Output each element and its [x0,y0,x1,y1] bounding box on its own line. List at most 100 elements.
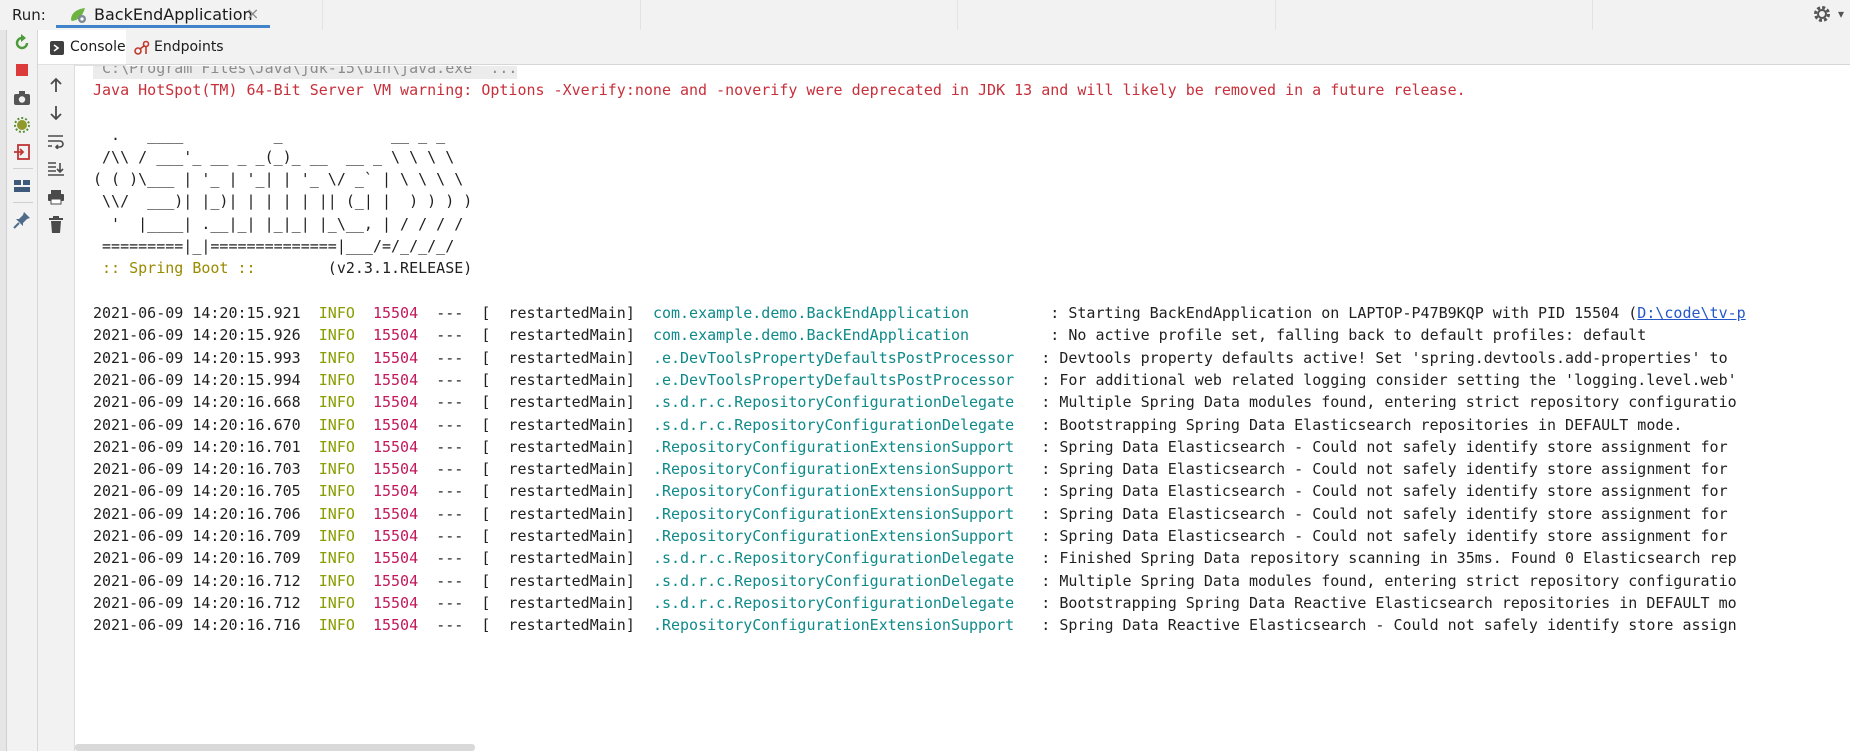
log-thread: --- [ restartedMain] [436,572,635,590]
chevron-down-icon[interactable]: ▾ [1838,7,1844,21]
log-level: INFO [318,326,355,344]
log-line: 2021-06-09 14:20:15.926 INFO 15504 --- [… [93,324,1646,346]
log-logger: .RepositoryConfigurationExtensionSupport [652,482,1015,500]
pin-icon[interactable] [10,208,34,232]
log-logger: com.example.demo.BackEndApplication [652,326,1024,344]
log-pid: 15504 [372,549,419,567]
log-message: : Multiple Spring Data modules found, en… [1032,393,1737,411]
log-pid: 15504 [372,304,419,322]
log-line: 2021-06-09 14:20:16.716 INFO 15504 --- [… [93,614,1737,636]
log-thread: --- [ restartedMain] [436,304,635,322]
log-logger: .s.d.r.c.RepositoryConfigurationDelegate [652,416,1015,434]
log-timestamp: 2021-06-09 14:20:16.709 [93,549,301,567]
log-message: : Starting BackEndApplication on LAPTOP-… [1041,304,1638,322]
log-message: : Spring Data Elasticsearch - Could not … [1032,482,1728,500]
log-level: INFO [318,304,355,322]
trash-icon[interactable] [44,213,68,237]
console-output[interactable]: "C:\Program Files\Java\jdk-15\bin\java.e… [75,66,1850,751]
window-edge [0,30,7,751]
log-line: 2021-06-09 14:20:16.705 INFO 15504 --- [… [93,480,1728,502]
rerun-icon[interactable] [10,31,34,55]
log-pid: 15504 [372,505,419,523]
log-logger: .RepositoryConfigurationExtensionSupport [652,616,1015,634]
log-level: INFO [318,349,355,367]
debug-settings-icon[interactable] [10,113,34,137]
log-path-link[interactable]: D:\code\tv-p [1637,304,1745,322]
log-thread: --- [ restartedMain] [436,482,635,500]
soft-wrap-icon[interactable] [44,129,68,153]
log-level: INFO [318,460,355,478]
run-bar: Run: BackEndApplication × ▾ [0,0,1850,31]
divider [1275,0,1276,30]
log-level: INFO [318,594,355,612]
scroll-to-end-icon[interactable] [44,157,68,181]
banner-line: =========|_|==============|___/=/_/_/_/ [93,237,455,255]
log-level: INFO [318,393,355,411]
log-pid: 15504 [372,371,419,389]
stop-icon[interactable] [10,58,34,82]
log-thread: --- [ restartedMain] [436,527,635,545]
log-thread: --- [ restartedMain] [436,371,635,389]
log-pid: 15504 [372,527,419,545]
tab-console[interactable]: Console [38,30,126,66]
toolbar-divider [13,168,33,169]
log-line: 2021-06-09 14:20:16.706 INFO 15504 --- [… [93,503,1728,525]
log-timestamp: 2021-06-09 14:20:16.712 [93,594,301,612]
horizontal-scrollbar[interactable] [75,744,475,751]
log-timestamp: 2021-06-09 14:20:16.701 [93,438,301,456]
arrow-down-icon[interactable] [44,101,68,125]
log-level: INFO [318,572,355,590]
log-message: : Spring Data Elasticsearch - Could not … [1032,527,1728,545]
print-icon[interactable] [44,185,68,209]
log-level: INFO [318,616,355,634]
log-message: : Devtools property defaults active! Set… [1032,349,1728,367]
banner-line: ' |____| .__|_| |_|_| |_\__, | / / / / [93,215,464,233]
tab-backend-application[interactable]: BackEndApplication × [56,0,270,28]
log-line: 2021-06-09 14:20:16.712 INFO 15504 --- [… [93,592,1737,614]
banner-line: /\\ / ___'_ __ _ _(_)_ __ __ _ \ \ \ \ [93,148,455,166]
log-message: : Spring Data Elasticsearch - Could not … [1032,438,1728,456]
console-tabs-bar: Console Endpoints [38,30,1850,66]
log-line: 2021-06-09 14:20:16.670 INFO 15504 --- [… [93,414,1682,436]
close-icon[interactable]: × [246,4,259,23]
log-thread: --- [ restartedMain] [436,438,635,456]
log-timestamp: 2021-06-09 14:20:15.926 [93,326,301,344]
log-timestamp: 2021-06-09 14:20:15.993 [93,349,301,367]
log-logger: .RepositoryConfigurationExtensionSupport [652,460,1015,478]
log-message: : Spring Data Reactive Elasticsearch - C… [1032,616,1737,634]
log-message: : Multiple Spring Data modules found, en… [1032,572,1737,590]
spring-boot-icon [68,6,88,28]
log-pid: 15504 [372,416,419,434]
gear-icon[interactable] [1812,4,1832,28]
log-level: INFO [318,438,355,456]
layout-icon[interactable] [10,174,34,198]
camera-icon[interactable] [10,86,34,110]
command-line: "C:\Program Files\Java\jdk-15\bin\java.e… [93,66,518,79]
log-line: 2021-06-09 14:20:16.703 INFO 15504 --- [… [93,458,1728,480]
log-thread: --- [ restartedMain] [436,349,635,367]
log-line: 2021-06-09 14:20:16.709 INFO 15504 --- [… [93,525,1728,547]
log-timestamp: 2021-06-09 14:20:16.703 [93,460,301,478]
log-line: 2021-06-09 14:20:16.712 INFO 15504 --- [… [93,570,1737,592]
arrow-up-icon[interactable] [44,73,68,97]
log-timestamp: 2021-06-09 14:20:16.712 [93,572,301,590]
log-logger: com.example.demo.BackEndApplication [652,304,1024,322]
tab-endpoints[interactable]: Endpoints [128,30,228,64]
log-pid: 15504 [372,594,419,612]
console-toolbar [38,65,75,751]
banner-line: . ____ _ __ _ _ [93,126,446,144]
log-logger: .e.DevToolsPropertyDefaultsPostProcessor [652,371,1015,389]
import-icon[interactable] [10,140,34,164]
divider [1592,0,1593,30]
log-level: INFO [318,527,355,545]
log-pid: 15504 [372,393,419,411]
log-thread: --- [ restartedMain] [436,416,635,434]
log-pid: 15504 [372,349,419,367]
log-timestamp: 2021-06-09 14:20:16.716 [93,616,301,634]
warning-line: Java HotSpot(TM) 64-Bit Server VM warnin… [93,81,1466,99]
banner-line: ( ( )\___ | '_ | '_| | '_ \/ _` | \ \ \ … [93,170,464,188]
log-line: 2021-06-09 14:20:16.709 INFO 15504 --- [… [93,547,1737,569]
log-level: INFO [318,549,355,567]
spring-boot-label: :: Spring Boot :: [93,259,265,277]
log-message: : Bootstrapping Spring Data Elasticsearc… [1032,416,1683,434]
